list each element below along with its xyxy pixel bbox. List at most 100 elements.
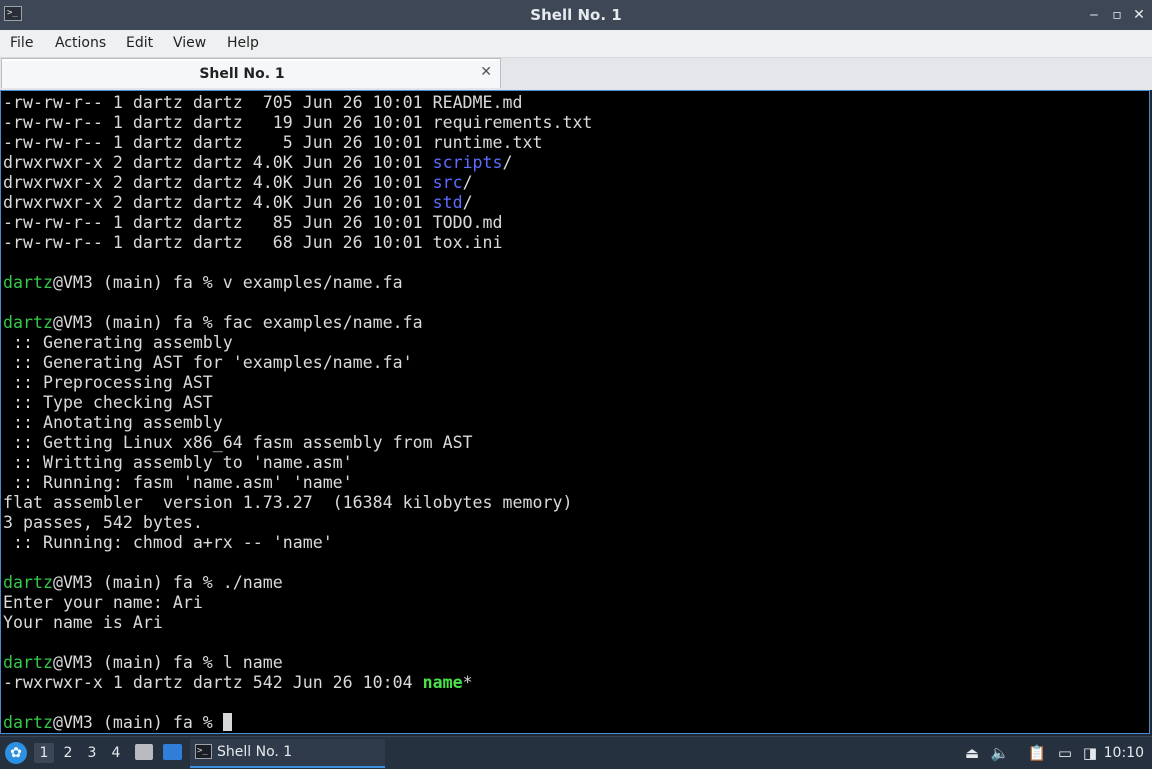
close-window-button[interactable]: ✕ (1129, 5, 1149, 25)
terminal-text: :: Preprocessing AST (3, 373, 213, 392)
menu-actions[interactable]: Actions (55, 30, 106, 56)
terminal-text: -rw-rw-r-- 1 dartz dartz 705 Jun 26 10:0… (3, 93, 523, 112)
terminal-text: -rw-rw-r-- 1 dartz dartz 19 Jun 26 10:01… (3, 113, 593, 132)
task-label: Shell No. 1 (217, 744, 293, 760)
workspace-3[interactable]: 3 (82, 743, 102, 763)
terminal-task-icon: >_ (195, 744, 212, 759)
terminal-text: flat assembler version 1.73.27 (16384 ki… (3, 493, 573, 512)
terminal-text: -rwxrwxr-x 1 dartz dartz 542 Jun 26 10:0… (3, 673, 423, 692)
terminal-line: flat assembler version 1.73.27 (16384 ki… (3, 493, 592, 513)
file-manager-icon[interactable] (135, 744, 153, 760)
terminal-line: dartz@VM3 (main) fa % ./name (3, 573, 592, 593)
tab-close-icon[interactable]: ✕ (480, 64, 492, 80)
workspace-1[interactable]: 1 (34, 743, 54, 763)
directory-name: src (432, 173, 463, 192)
workspace-4[interactable]: 4 (106, 743, 126, 763)
terminal-text: :: Anotating assembly (3, 413, 223, 432)
show-desktop-icon[interactable] (163, 744, 182, 760)
terminal-text: @VM3 (main) fa % v examples/name.fa (52, 273, 403, 292)
menu-file[interactable]: File (10, 30, 33, 56)
terminal-text: :: Writting assembly to 'name.asm' (3, 453, 353, 472)
volume-icon[interactable]: 🔈 (990, 743, 1010, 763)
terminal-line: dartz@VM3 (main) fa % fac examples/name.… (3, 313, 592, 333)
terminal-line: drwxrwxr-x 2 dartz dartz 4.0K Jun 26 10:… (3, 173, 592, 193)
terminal-text: 3 passes, 542 bytes. (3, 513, 203, 532)
directory-name: std (432, 193, 463, 212)
text-cursor (222, 713, 232, 731)
prompt-user: dartz (3, 653, 53, 672)
terminal-line: -rw-rw-r-- 1 dartz dartz 705 Jun 26 10:0… (3, 93, 592, 113)
terminal-line: Your name is Ari (3, 613, 592, 633)
tab-bar: Shell No. 1 ✕ (0, 58, 1152, 90)
terminal-text: :: Generating AST for 'examples/name.fa' (3, 353, 413, 372)
terminal-line: dartz@VM3 (main) fa % (3, 713, 592, 733)
prompt-user: dartz (3, 573, 53, 592)
tab-label: Shell No. 1 (199, 66, 285, 82)
menu-view[interactable]: View (173, 30, 206, 56)
terminal-line: dartz@VM3 (main) fa % l name (3, 653, 592, 673)
window-titlebar[interactable]: >_ Shell No. 1 ‒ ▫ ✕ (0, 0, 1152, 30)
terminal-line: drwxrwxr-x 2 dartz dartz 4.0K Jun 26 10:… (3, 153, 592, 173)
eject-icon[interactable]: ⏏ (962, 743, 982, 763)
terminal-line: :: Anotating assembly (3, 413, 592, 433)
executable-name: name (422, 673, 463, 692)
menu-edit[interactable]: Edit (126, 30, 153, 56)
terminal-text: / (462, 193, 473, 212)
tab-shell-1[interactable]: Shell No. 1 ✕ (1, 58, 501, 88)
directory-name: scripts (432, 153, 503, 172)
terminal-line: :: Generating AST for 'examples/name.fa' (3, 353, 592, 373)
terminal-line: :: Generating assembly (3, 333, 592, 353)
terminal-text: :: Getting Linux x86_64 fasm assembly fr… (3, 433, 473, 452)
terminal-text: drwxrwxr-x 2 dartz dartz 4.0K Jun 26 10:… (3, 153, 433, 172)
terminal-lines: -rw-rw-r-- 1 dartz dartz 705 Jun 26 10:0… (3, 93, 592, 733)
notification-icon[interactable]: ◨ (1080, 743, 1100, 763)
prompt-user: dartz (3, 273, 53, 292)
menu-help[interactable]: Help (227, 30, 259, 56)
terminal-line: :: Running: chmod a+rx -- 'name' (3, 533, 592, 553)
terminal-text: :: Running: fasm 'name.asm' 'name' (3, 473, 353, 492)
terminal-text: @VM3 (main) fa % fac examples/name.fa (52, 313, 423, 332)
clipboard-icon[interactable]: 📋 (1027, 743, 1047, 763)
restore-button[interactable]: ▫ (1107, 5, 1127, 25)
terminal-output[interactable]: -rw-rw-r-- 1 dartz dartz 705 Jun 26 10:0… (0, 90, 1150, 734)
network-icon[interactable]: ▭ (1055, 743, 1075, 763)
terminal-text: * (462, 673, 473, 692)
minimize-button[interactable]: ‒ (1084, 5, 1104, 25)
terminal-line: Enter your name: Ari (3, 593, 592, 613)
terminal-text: Enter your name: Ari (3, 593, 203, 612)
terminal-line: :: Preprocessing AST (3, 373, 592, 393)
terminal-text: :: Generating assembly (3, 333, 233, 352)
terminal-text: @VM3 (main) fa % l name (52, 653, 283, 672)
terminal-text: -rw-rw-r-- 1 dartz dartz 85 Jun 26 10:01… (3, 213, 503, 232)
terminal-text: Your name is Ari (3, 613, 163, 632)
workspace-2[interactable]: 2 (58, 743, 78, 763)
terminal-text: -rw-rw-r-- 1 dartz dartz 68 Jun 26 10:01… (3, 233, 503, 252)
terminal-text: :: Running: chmod a+rx -- 'name' (3, 533, 333, 552)
menu-bar: File Actions Edit View Help (0, 30, 1152, 58)
terminal-line: dartz@VM3 (main) fa % v examples/name.fa (3, 273, 592, 293)
terminal-text: -rw-rw-r-- 1 dartz dartz 5 Jun 26 10:01 … (3, 133, 543, 152)
terminal-line: -rw-rw-r-- 1 dartz dartz 68 Jun 26 10:01… (3, 233, 592, 253)
terminal-line: -rwxrwxr-x 1 dartz dartz 542 Jun 26 10:0… (3, 673, 592, 693)
terminal-line: -rw-rw-r-- 1 dartz dartz 5 Jun 26 10:01 … (3, 133, 592, 153)
terminal-text: @VM3 (main) fa % ./name (52, 573, 283, 592)
terminal-line: :: Type checking AST (3, 393, 592, 413)
taskbar: ✿ 1 2 3 4 >_ Shell No. 1 ⏏ 🔈 📋 ▭ ◨ 10:10 (0, 736, 1152, 769)
window-title: Shell No. 1 (530, 6, 622, 24)
terminal-line: :: Writting assembly to 'name.asm' (3, 453, 592, 473)
start-menu-icon[interactable]: ✿ (5, 742, 27, 764)
prompt-user: dartz (3, 313, 53, 332)
taskbar-task-shell[interactable]: >_ Shell No. 1 (190, 739, 385, 768)
terminal-line: drwxrwxr-x 2 dartz dartz 4.0K Jun 26 10:… (3, 193, 592, 213)
terminal-line: 3 passes, 542 bytes. (3, 513, 592, 533)
terminal-text: :: Type checking AST (3, 393, 213, 412)
terminal-line: :: Running: fasm 'name.asm' 'name' (3, 473, 592, 493)
terminal-text: / (502, 153, 513, 172)
terminal-text: @VM3 (main) fa % (52, 713, 223, 732)
clock: 10:10 (1103, 745, 1144, 761)
